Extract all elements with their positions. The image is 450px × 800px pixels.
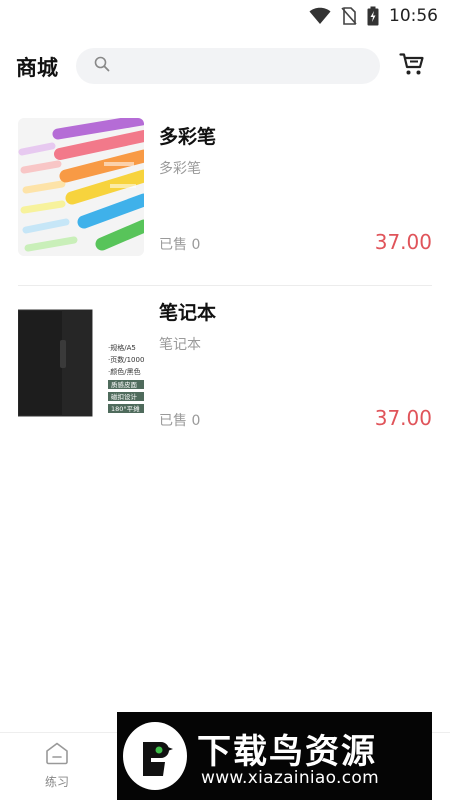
- notebook-tag-text: 质感皮面: [111, 380, 138, 389]
- bird-logo-icon: [123, 722, 187, 790]
- home-icon: [44, 741, 70, 769]
- product-sold-count: 已售 0: [159, 413, 201, 429]
- status-time: 10:56: [389, 6, 438, 26]
- product-description: 笔记本: [159, 337, 201, 353]
- notebook-tag-text: 磁扣设计: [111, 392, 138, 401]
- product-price: 37.00: [374, 230, 432, 254]
- page-title: 商城: [16, 56, 58, 80]
- notebook-spec-text: ·页数/1000: [108, 355, 144, 364]
- product-card[interactable]: ·规格/A5 ·页数/1000 ·颜色/黑色 质感皮面 磁扣设计 180°平摊 …: [18, 286, 432, 462]
- status-bar: 10:56: [0, 0, 450, 32]
- notebook-spec-text: ·规格/A5: [108, 343, 136, 352]
- product-name: 多彩笔: [159, 126, 217, 148]
- product-name: 笔记本: [159, 302, 217, 324]
- notebook-tag-text: 180°平摊: [111, 404, 140, 413]
- watermark-url: www.xiazainiao.com: [201, 768, 379, 788]
- tab-practice[interactable]: 练习: [32, 741, 82, 797]
- battery-charging-icon: [367, 6, 379, 26]
- product-card[interactable]: 多彩笔 多彩笔 已售 0 37.00: [18, 110, 432, 286]
- search-icon: [94, 56, 110, 76]
- product-image-markers: [18, 118, 144, 256]
- watermark-banner: 下载鸟资源 www.xiazainiao.com: [117, 712, 432, 800]
- product-image-notebook: ·规格/A5 ·页数/1000 ·颜色/黑色 质感皮面 磁扣设计 180°平摊: [18, 294, 144, 432]
- tab-label: 练习: [44, 775, 69, 789]
- watermark-title: 下载鸟资源: [197, 732, 377, 772]
- header: 商城: [0, 40, 450, 92]
- wifi-icon: [309, 7, 331, 25]
- search-input[interactable]: [120, 51, 370, 81]
- notebook-spec-text: ·颜色/黑色: [108, 367, 141, 376]
- no-sim-icon: [341, 7, 357, 25]
- cart-icon: [399, 52, 425, 80]
- product-description: 多彩笔: [159, 161, 201, 177]
- product-sold-count: 已售 0: [159, 237, 201, 253]
- cart-button[interactable]: [397, 52, 427, 80]
- search-box[interactable]: [76, 48, 380, 84]
- product-list: 多彩笔 多彩笔 已售 0 37.00 ·规格/A5 ·页数/1000 ·颜色/黑…: [0, 110, 450, 462]
- product-price: 37.00: [374, 406, 432, 430]
